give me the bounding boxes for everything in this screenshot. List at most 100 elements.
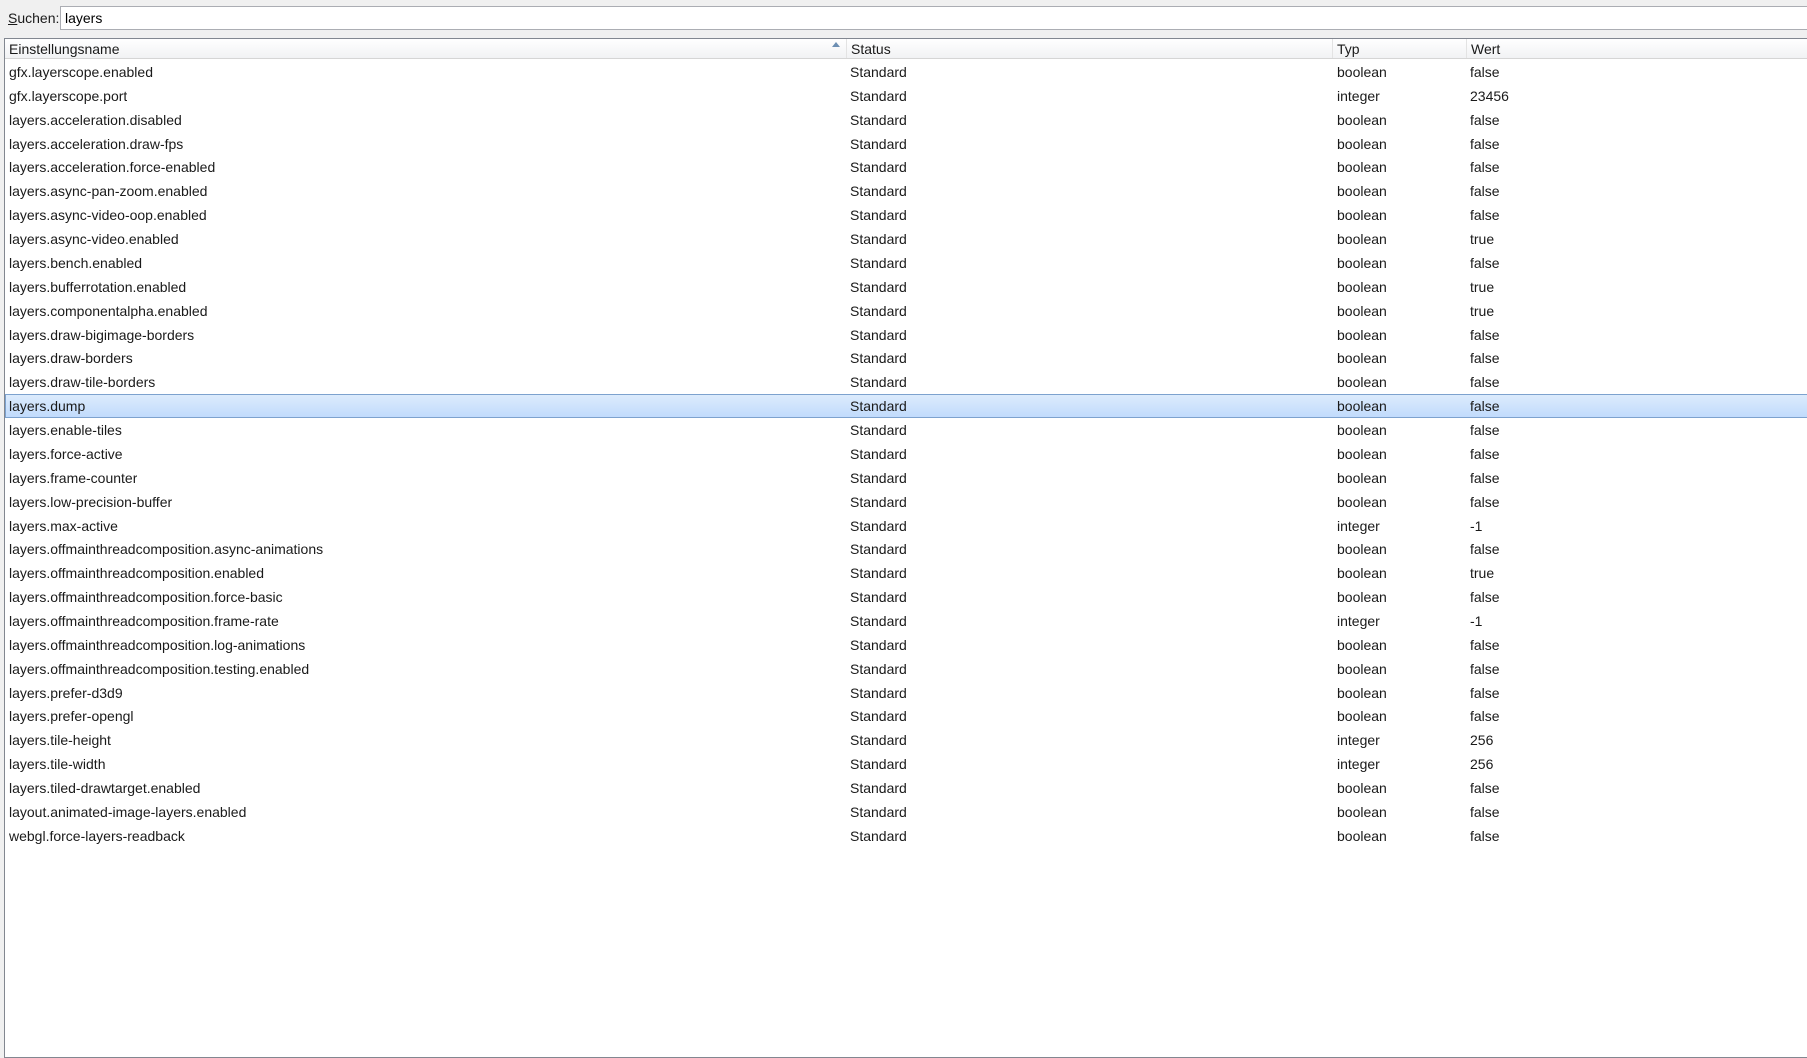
cell-name: layers.max-active [9, 518, 118, 534]
table-row[interactable]: layers.draw-borders Standard boolean false [5, 346, 1807, 370]
table-row[interactable]: layers.bench.enabled Standard boolean false [5, 251, 1807, 275]
table-row[interactable]: layers.enable-tiles Standard boolean false [5, 418, 1807, 442]
search-label-rest: uchen: [17, 10, 60, 26]
table-row[interactable]: layers.draw-bigimage-borders Standard bool… [5, 323, 1807, 347]
table-row[interactable]: layers.bufferrotation.enabled Standard boo… [5, 275, 1807, 299]
cell-value: false [1470, 159, 1500, 175]
table-row[interactable]: gfx.layerscope.port Standard integer 23456 [5, 84, 1807, 108]
cell-status: Standard [850, 804, 907, 820]
cell-status: Standard [850, 661, 907, 677]
cell-type: boolean [1337, 422, 1387, 438]
table-row[interactable]: layers.max-active Standard integer -1 [5, 514, 1807, 538]
cell-name: layers.offmainthreadcomposition.testing.… [9, 661, 310, 677]
cell-value: 256 [1470, 732, 1494, 748]
cell-value: false [1470, 136, 1500, 152]
table-row[interactable]: layers.frame-counter Standard boolean false [5, 466, 1807, 490]
cell-type: boolean [1337, 279, 1387, 295]
cell-value: 256 [1470, 756, 1494, 772]
cell-status: Standard [850, 303, 907, 319]
cell-value: false [1470, 64, 1500, 80]
cell-status: Standard [850, 732, 907, 748]
table-row[interactable]: layers.low-precision-buffer Standard boole… [5, 490, 1807, 514]
column-header-value[interactable]: Wert [1467, 39, 1807, 58]
cell-name: layers.async-pan-zoom.enabled [9, 183, 208, 199]
search-input[interactable] [60, 6, 1807, 30]
table-row[interactable]: layers.offmainthreadcomposition.enabled S… [5, 561, 1807, 585]
cell-status: Standard [850, 159, 907, 175]
cell-value: false [1470, 828, 1500, 844]
cell-type: boolean [1337, 183, 1387, 199]
table-row[interactable]: webgl.force-layers-readback Standard boole… [5, 824, 1807, 848]
table-row[interactable]: layers.offmainthreadcomposition.log-anim… [5, 633, 1807, 657]
column-header-status[interactable]: Status [847, 39, 1333, 58]
cell-name: gfx.layerscope.enabled [9, 64, 153, 80]
table-row[interactable]: layers.offmainthreadcomposition.frame-ra… [5, 609, 1807, 633]
cell-type: boolean [1337, 231, 1387, 247]
cell-type: integer [1337, 613, 1380, 629]
table-header: Einstellungsname Status Typ Wert [5, 39, 1807, 59]
column-header-name[interactable]: Einstellungsname [5, 39, 847, 58]
table-row[interactable]: layers.offmainthreadcomposition.async-an… [5, 537, 1807, 561]
cell-value: true [1470, 303, 1495, 319]
cell-value: false [1470, 398, 1500, 414]
cell-type: boolean [1337, 207, 1387, 223]
cell-type: boolean [1337, 112, 1387, 128]
cell-name: layers.async-video.enabled [9, 231, 179, 247]
cell-type: boolean [1337, 494, 1387, 510]
column-header-type[interactable]: Typ [1333, 39, 1467, 58]
cell-status: Standard [850, 685, 907, 701]
table-row[interactable]: layers.force-active Standard boolean false [5, 442, 1807, 466]
cell-type: boolean [1337, 470, 1387, 486]
cell-type: boolean [1337, 64, 1387, 80]
cell-value: false [1470, 494, 1500, 510]
cell-status: Standard [850, 446, 907, 462]
table-row[interactable]: layers.async-video-oop.enabled Standard bo… [5, 203, 1807, 227]
cell-name: layers.componentalpha.enabled [9, 303, 208, 319]
table-row[interactable]: layers.async-pan-zoom.enabled Standard boo… [5, 179, 1807, 203]
cell-type: boolean [1337, 804, 1387, 820]
cell-status: Standard [850, 398, 907, 414]
cell-status: Standard [850, 518, 907, 534]
sort-ascending-icon [832, 42, 840, 47]
cell-name: layers.prefer-opengl [9, 708, 134, 724]
cell-name: layers.draw-tile-borders [9, 374, 156, 390]
cell-status: Standard [850, 231, 907, 247]
cell-name: layers.offmainthreadcomposition.log-anim… [9, 637, 306, 653]
cell-name: layers.tile-height [9, 732, 111, 748]
table-row[interactable]: layers.tiled-drawtarget.enabled Standard b… [5, 776, 1807, 800]
cell-status: Standard [850, 541, 907, 557]
table-row[interactable]: layers.prefer-opengl Standard boolean false [5, 704, 1807, 728]
table-row[interactable]: layers.tile-height Standard integer 256 [5, 728, 1807, 752]
cell-name: layers.acceleration.draw-fps [9, 136, 184, 152]
search-bar: Suchen: [0, 0, 1807, 38]
table-row[interactable]: layers.acceleration.draw-fps Standard bool… [5, 132, 1807, 156]
table-row[interactable]: layers.offmainthreadcomposition.testing.… [5, 657, 1807, 681]
cell-type: boolean [1337, 350, 1387, 366]
cell-type: boolean [1337, 589, 1387, 605]
table-row[interactable]: layers.acceleration.disabled Standard bool… [5, 108, 1807, 132]
table-row[interactable]: layers.prefer-d3d9 Standard boolean false [5, 681, 1807, 705]
cell-name: layers.bufferrotation.enabled [9, 279, 187, 295]
cell-value: false [1470, 685, 1500, 701]
table-row[interactable]: layout.animated-image-layers.enabled Stan… [5, 800, 1807, 824]
cell-name: layers.draw-borders [9, 350, 133, 366]
table-row[interactable]: layers.draw-tile-borders Standard boolean f… [5, 370, 1807, 394]
table-row[interactable]: layers.offmainthreadcomposition.force-ba… [5, 585, 1807, 609]
cell-name: layers.bench.enabled [9, 255, 143, 271]
table-row[interactable]: layers.acceleration.force-enabled Standar… [5, 155, 1807, 179]
table-row[interactable]: layers.componentalpha.enabled Standard boo… [5, 299, 1807, 323]
cell-value: -1 [1470, 613, 1483, 629]
cell-type: boolean [1337, 661, 1387, 677]
cell-value: false [1470, 207, 1500, 223]
table-row[interactable]: layers.async-video.enabled Standard boolea… [5, 227, 1807, 251]
cell-type: boolean [1337, 685, 1387, 701]
cell-name: layout.animated-image-layers.enabled [9, 804, 247, 820]
cell-value: false [1470, 422, 1500, 438]
preferences-table: Einstellungsname Status Typ Wert gfx.lay… [4, 38, 1807, 1058]
table-row[interactable]: layers.tile-width Standard integer 256 [5, 752, 1807, 776]
cell-status: Standard [850, 494, 907, 510]
table-row[interactable]: gfx.layerscope.enabled Standard boolean fal… [5, 60, 1807, 84]
cell-status: Standard [850, 565, 907, 581]
table-row[interactable]: layers.dump Standard boolean false [5, 394, 1807, 418]
cell-value: true [1470, 565, 1495, 581]
